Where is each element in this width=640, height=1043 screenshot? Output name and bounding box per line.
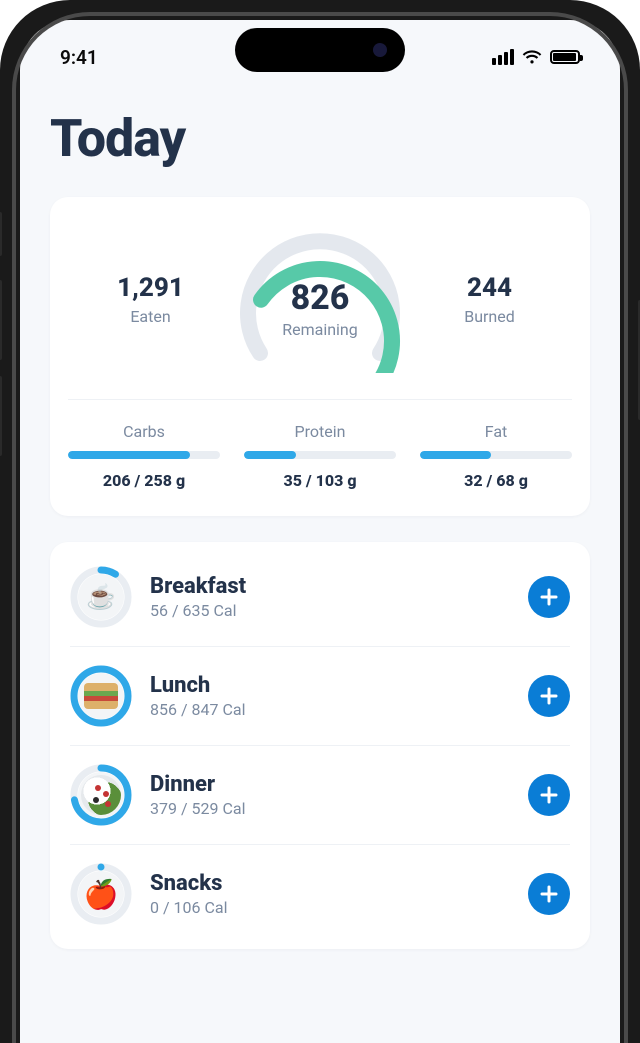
burned-label: Burned bbox=[415, 307, 564, 326]
meal-name: Breakfast bbox=[150, 574, 528, 599]
meal-progress-ring bbox=[70, 764, 132, 826]
meal-progress-ring bbox=[70, 665, 132, 727]
add-dinner-button[interactable] bbox=[528, 774, 570, 816]
meal-name: Lunch bbox=[150, 673, 528, 698]
macro-carbs: Carbs 206 / 258 g bbox=[68, 422, 220, 490]
macro-bar bbox=[244, 451, 396, 459]
macro-label: Carbs bbox=[68, 422, 220, 441]
remaining-gauge: 826 Remaining bbox=[225, 219, 415, 379]
wifi-icon bbox=[522, 50, 542, 65]
macro-bar bbox=[68, 451, 220, 459]
macro-value: 32 / 68 g bbox=[420, 471, 572, 490]
meal-name: Dinner bbox=[150, 772, 528, 797]
burned-value: 244 bbox=[415, 273, 564, 303]
macro-bar bbox=[420, 451, 572, 459]
add-breakfast-button[interactable] bbox=[528, 576, 570, 618]
remaining-label: Remaining bbox=[282, 320, 358, 339]
macro-label: Fat bbox=[420, 422, 572, 441]
macro-value: 35 / 103 g bbox=[244, 471, 396, 490]
coffee-icon: ☕ bbox=[78, 574, 124, 620]
meal-calories: 379 / 529 Cal bbox=[150, 799, 528, 818]
dynamic-island bbox=[235, 28, 405, 72]
meal-row-dinner[interactable]: Dinner 379 / 529 Cal bbox=[70, 746, 570, 845]
meals-card: ☕ Breakfast 56 / 635 Cal Lunch 856 / 847… bbox=[50, 542, 590, 949]
add-lunch-button[interactable] bbox=[528, 675, 570, 717]
meal-calories: 856 / 847 Cal bbox=[150, 700, 528, 719]
macro-value: 206 / 258 g bbox=[68, 471, 220, 490]
burned-stat: 244 Burned bbox=[415, 273, 564, 326]
macro-protein: Protein 35 / 103 g bbox=[244, 422, 396, 490]
eaten-stat: 1,291 Eaten bbox=[76, 273, 225, 326]
status-time: 9:41 bbox=[60, 46, 98, 69]
meal-name: Snacks bbox=[150, 871, 528, 896]
salad-icon bbox=[78, 772, 124, 818]
meal-row-breakfast[interactable]: ☕ Breakfast 56 / 635 Cal bbox=[70, 548, 570, 647]
meal-progress-ring: 🍎 bbox=[70, 863, 132, 925]
page-title: Today bbox=[50, 108, 590, 169]
meal-calories: 56 / 635 Cal bbox=[150, 601, 528, 620]
meal-row-lunch[interactable]: Lunch 856 / 847 Cal bbox=[70, 647, 570, 746]
eaten-label: Eaten bbox=[76, 307, 225, 326]
apple-icon: 🍎 bbox=[78, 871, 124, 917]
macro-label: Protein bbox=[244, 422, 396, 441]
eaten-value: 1,291 bbox=[76, 273, 225, 303]
sandwich-icon bbox=[78, 673, 124, 719]
battery-icon bbox=[550, 50, 580, 64]
macro-fat: Fat 32 / 68 g bbox=[420, 422, 572, 490]
meal-row-snacks[interactable]: 🍎 Snacks 0 / 106 Cal bbox=[70, 845, 570, 943]
add-snacks-button[interactable] bbox=[528, 873, 570, 915]
cellular-icon bbox=[492, 49, 514, 65]
calorie-summary-card: 1,291 Eaten 826 Remaining 244 Burned bbox=[50, 197, 590, 516]
meal-progress-ring: ☕ bbox=[70, 566, 132, 628]
remaining-value: 826 bbox=[282, 278, 358, 318]
meal-calories: 0 / 106 Cal bbox=[150, 898, 528, 917]
